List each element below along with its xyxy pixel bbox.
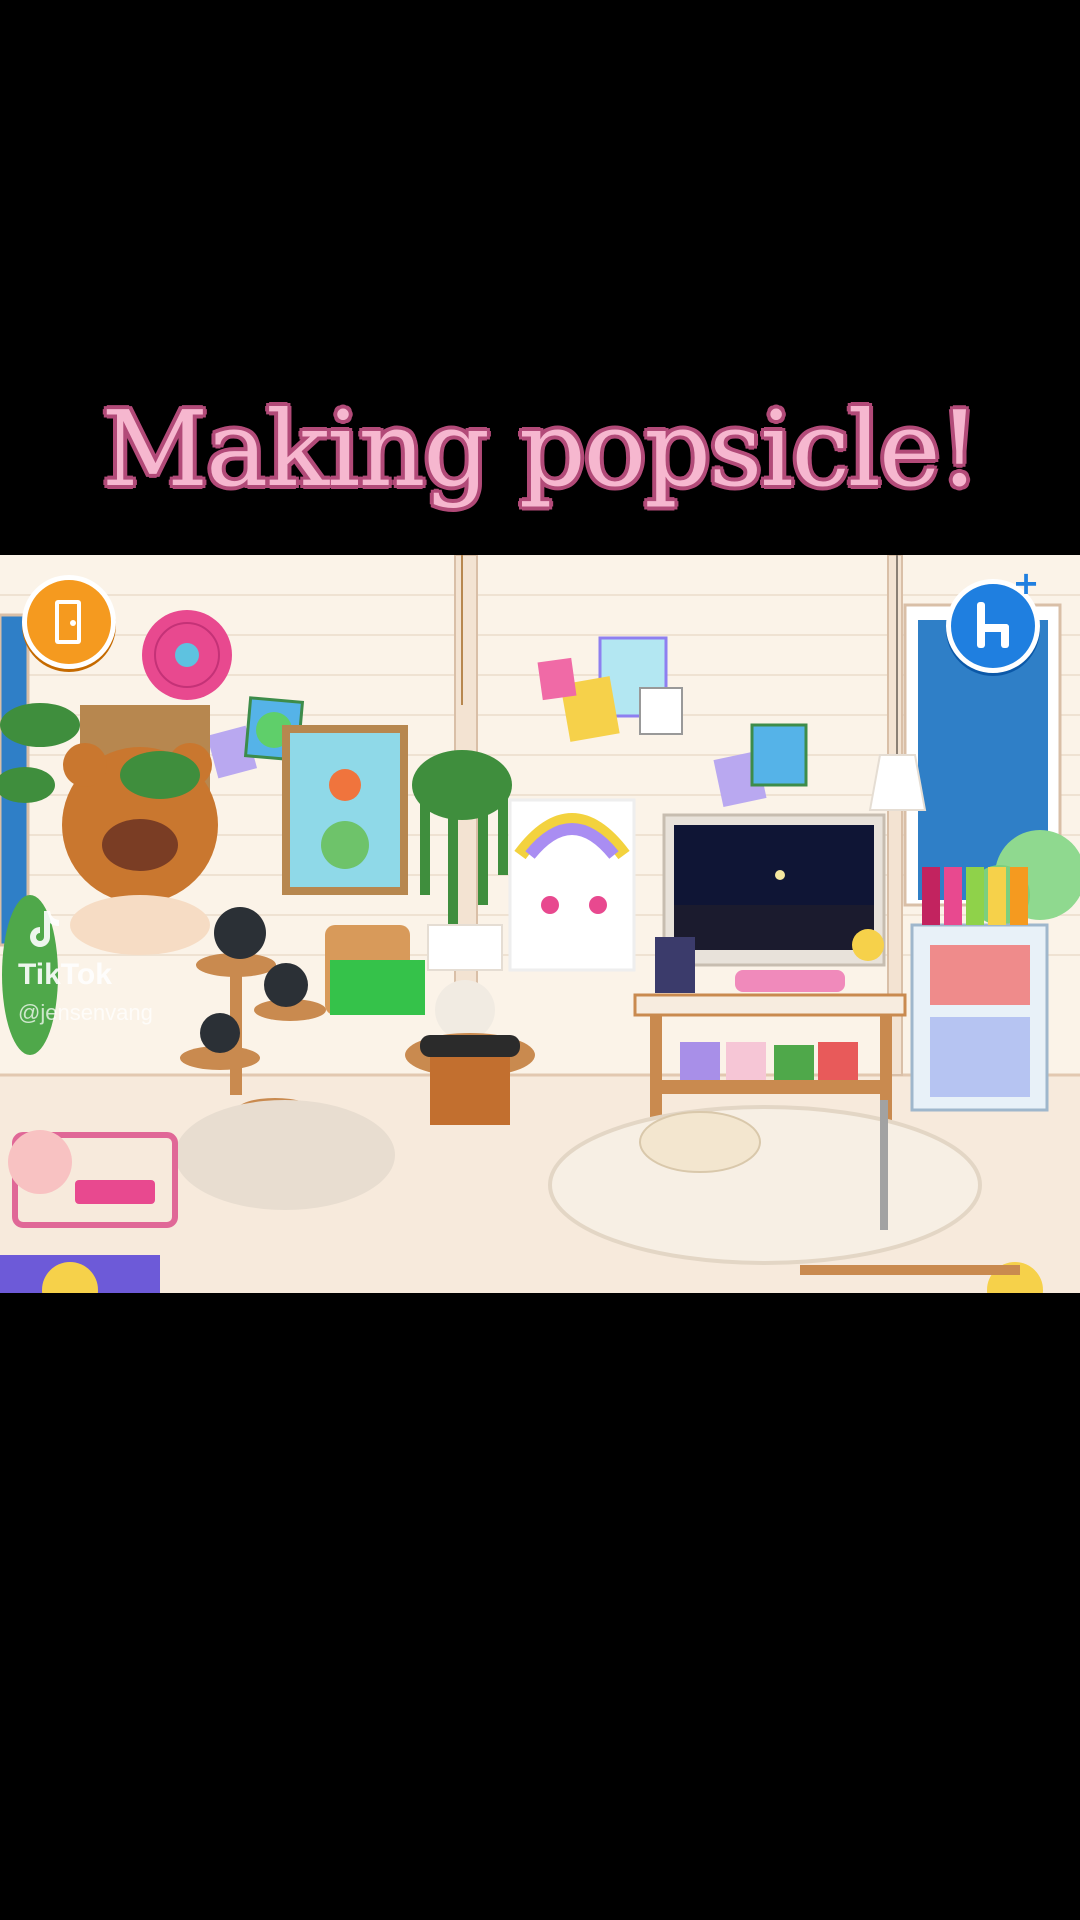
video-caption: Making popsicle! <box>101 388 981 510</box>
framed-picture <box>282 725 408 895</box>
tiktok-brand: TikTok <box>18 958 112 991</box>
tiktok-username: @jensenvang <box>18 1000 153 1025</box>
room-illustration <box>0 555 1080 1293</box>
tiktok-watermark: TikTok @jensenvang <box>18 905 153 1026</box>
exit-door-button[interactable] <box>22 575 116 669</box>
vinyl-record <box>142 610 232 700</box>
drinks-fridge <box>910 867 1049 1112</box>
tv <box>662 813 886 967</box>
bunny-poster <box>508 798 636 972</box>
round-rug <box>548 1105 982 1265</box>
door-exit-icon <box>55 600 81 644</box>
plus-badge: + <box>1012 564 1040 602</box>
pebble-rug <box>175 1100 395 1210</box>
game-scene[interactable]: + TikTok @jensenvang <box>0 555 1080 1293</box>
tiktok-logo-icon <box>30 911 59 947</box>
